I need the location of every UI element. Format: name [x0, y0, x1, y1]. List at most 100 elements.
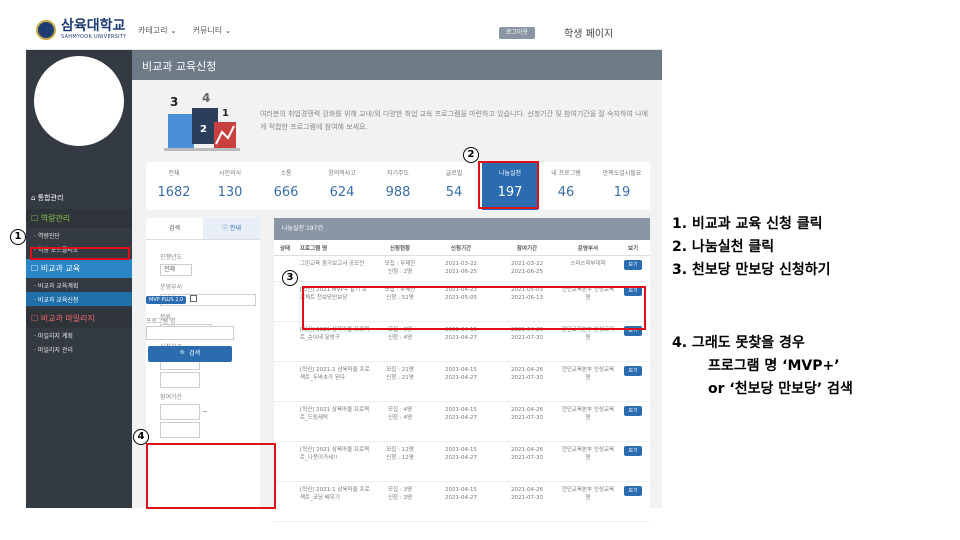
program-name-input[interactable] — [146, 326, 234, 340]
row-program-name: [혁신] 2021 삼육마을 프로젝트_나뭇이가세!! — [300, 447, 370, 461]
tab-search[interactable]: 검색 — [146, 218, 203, 239]
join-end-input[interactable] — [160, 422, 200, 438]
sidebar-section-extracurricular[interactable]: ☐ 비교과 교육 — [26, 259, 132, 278]
row-apply-period-line: 2021-04-15 — [445, 367, 477, 373]
stat-all[interactable]: 전체 1682 — [146, 162, 202, 210]
results-panel: 나눔실천 197건 상태 프로그램 명 신청현황 신청기간 참여기간 운영부서 … — [274, 218, 650, 522]
stat-value: 19 — [613, 185, 631, 200]
view-button[interactable]: 보기 — [624, 366, 642, 376]
category-stats: 전체 1682 시민의식 130 소통 666 창의적사고 624 자기주도 988 글로… — [146, 162, 650, 210]
mvp-plus-badge: MVP PLUS 2.0 — [146, 296, 187, 304]
sidebar-item-mileage-manage[interactable]: · 마일리지 관리 — [26, 342, 132, 356]
row-join-period-line: 2021-07-30 — [511, 335, 543, 341]
table-row: [혁신] 2021-1 삼육마을 프로젝트_두바초가 된다 모집 : 21명 신청 … — [274, 362, 650, 402]
sidebar-home-label: 통합관리 — [37, 194, 64, 202]
list-icon: ☐ — [31, 214, 41, 223]
stat-label: 글로벌 — [445, 170, 463, 177]
search-button[interactable]: 🔍 검색 — [148, 346, 232, 362]
year-select[interactable]: 전체 — [160, 264, 192, 276]
view-button[interactable]: 보기 — [624, 446, 642, 456]
stat-value: 624 — [329, 185, 355, 200]
row-apply-status-line: 신청 : 2명 — [387, 269, 413, 275]
sidebar-section-label: 비교과 마일리지 — [40, 314, 95, 323]
sidebar-section-mileage[interactable]: ☐ 비교과 마일리지 — [26, 309, 132, 328]
svg-text:3: 3 — [170, 95, 178, 109]
svg-text:2: 2 — [200, 124, 207, 135]
row-apply-period-line: 2021-04-27 — [445, 495, 477, 501]
row-apply-period: 2021-03-22 2021-06-25 — [428, 260, 494, 276]
row-join-period-line: 2021-07-30 — [511, 415, 543, 421]
row-apply-period: 2021-04-15 2021-04-27 — [428, 446, 494, 462]
sidebar-item-mileage-plan[interactable]: · 마일리지 계획 — [26, 328, 132, 342]
stat-label: 자기주도 — [386, 170, 410, 177]
sidebar-item-competency-diagnosis[interactable]: · 역량진단 — [26, 228, 132, 242]
sidebar-section-competency[interactable]: ☐ 역량관리 — [26, 209, 132, 228]
sidebar-item-label: 마일리지 계획 — [37, 333, 73, 340]
logout-button[interactable]: 로그아웃 — [499, 27, 535, 39]
sidebar-menu: ⌂ 통합관리 ☐ 역량관리 · 역량진단 · 역량 포트폴리오 ☐ 비교과 교육… — [26, 190, 132, 356]
row-join-period-line: 2021-07-30 — [511, 375, 543, 381]
highlight-target-program — [302, 286, 646, 330]
join-start-input[interactable] — [160, 404, 200, 420]
highlight-search-area — [146, 443, 276, 509]
stat-survey-needed[interactable]: 만족도설시필요 19 — [594, 162, 650, 210]
stat-value: 130 — [217, 185, 243, 200]
mvp-plus-checkbox[interactable] — [190, 295, 197, 302]
svg-text:4: 4 — [202, 92, 210, 105]
university-logo[interactable]: 삼육대학교 SAHMYOOK UNIVERSITY — [36, 19, 127, 40]
highlight-edu-apply — [30, 247, 130, 260]
row-view-cell: 보기 — [616, 406, 650, 416]
row-dept: 전인교육본부 인성교육원 — [561, 367, 615, 381]
row-apply-period-line: 2021-06-25 — [445, 269, 477, 275]
education-illustration: 3 4 2 1 — [164, 92, 240, 151]
sidebar-item-home[interactable]: ⌂ 통합관리 — [26, 190, 132, 206]
sidebar-item-edu-apply[interactable]: · 비교과 교육신청 — [26, 292, 132, 306]
view-button[interactable]: 보기 — [624, 486, 642, 496]
col-apply-status: 신청현황 — [389, 245, 411, 252]
results-count: 나눔실천 197건 — [274, 218, 650, 240]
nav-community[interactable]: 커뮤니티 ⌄ — [193, 25, 232, 36]
tab-info[interactable]: ⓘ 안내 — [203, 218, 260, 239]
stat-citizenship[interactable]: 시민의식 130 — [202, 162, 258, 210]
callout-1: 1 — [10, 229, 26, 245]
row-apply-period-line: 2021-04-15 — [445, 407, 477, 413]
row-program-name: [혁신] 2021-1 삼육마을 프로젝트_코딩 배우기 — [300, 487, 370, 501]
home-icon: ⌂ — [31, 194, 38, 202]
stat-creative[interactable]: 창의적사고 624 — [314, 162, 370, 210]
row-apply-status: 모집 : 4명 신청 : 4명 — [372, 406, 428, 422]
sidebar-item-label: 비교과 교육신청 — [37, 297, 79, 304]
year-label: 진행년도 — [160, 254, 183, 261]
sidebar-item-edu-plan[interactable]: · 비교과 교육계획 — [26, 278, 132, 292]
sidebar-section-label: 비교과 교육 — [40, 264, 81, 273]
table-row: [혁신] 2021 삼육마을 프로젝트_나뭇이가세!! 모집 : 12명 신청 : … — [274, 442, 650, 482]
row-join-period-line: 2021-03-22 — [511, 261, 543, 267]
logo-emblem-icon — [36, 19, 56, 40]
instruction-4-line2: 프로그램 명 ‘MVP+’ — [708, 358, 840, 374]
stat-label: 내 프로그램 — [551, 170, 581, 177]
row-join-period: 2021-04-26 2021-07-30 — [494, 366, 560, 382]
row-apply-status-line: 신청 : 21명 — [386, 375, 414, 381]
stat-value: 666 — [273, 185, 299, 200]
view-button[interactable]: 보기 — [624, 260, 642, 270]
student-page-link[interactable]: 학생 페이지 — [564, 25, 613, 40]
results-columns: 상태 프로그램 명 신청현황 신청기간 참여기간 운영부서 보기 — [274, 240, 650, 256]
col-view: 보기 — [627, 245, 639, 252]
program-name-label: 프로그램 명 — [146, 318, 176, 325]
stat-self-directed[interactable]: 자기주도 988 — [370, 162, 426, 210]
table-row: [혁신] 2021-1 삼육마을 프로젝트_코딩 배우기 모집 : 3명 신청 : … — [274, 482, 650, 522]
row-apply-status-line: 신청 : 3명 — [387, 495, 413, 501]
stat-value: 988 — [385, 185, 411, 200]
col-program: 프로그램 명 — [300, 245, 328, 252]
stat-value: 1682 — [157, 185, 191, 200]
row-apply-period: 2021-04-15 2021-04-27 — [428, 486, 494, 502]
stat-communication[interactable]: 소통 666 — [258, 162, 314, 210]
table-row: [혁신] 2021 삼육마을 프로젝트_드림세탁 모집 : 4명 신청 : 4명 20… — [274, 402, 650, 442]
row-join-period-line: 2021-07-30 — [511, 455, 543, 461]
view-button[interactable]: 보기 — [624, 406, 642, 416]
stat-my-programs[interactable]: 내 프로그램 46 — [538, 162, 594, 210]
nav-category[interactable]: 카테고리 ⌄ — [138, 25, 177, 36]
row-dept: 전인교육본부 인성교육원 — [561, 407, 615, 421]
apply-end-input[interactable] — [160, 372, 200, 388]
stat-global[interactable]: 글로벌 54 — [426, 162, 482, 210]
row-apply-status: 모집 : 21명 신청 : 21명 — [372, 366, 428, 382]
